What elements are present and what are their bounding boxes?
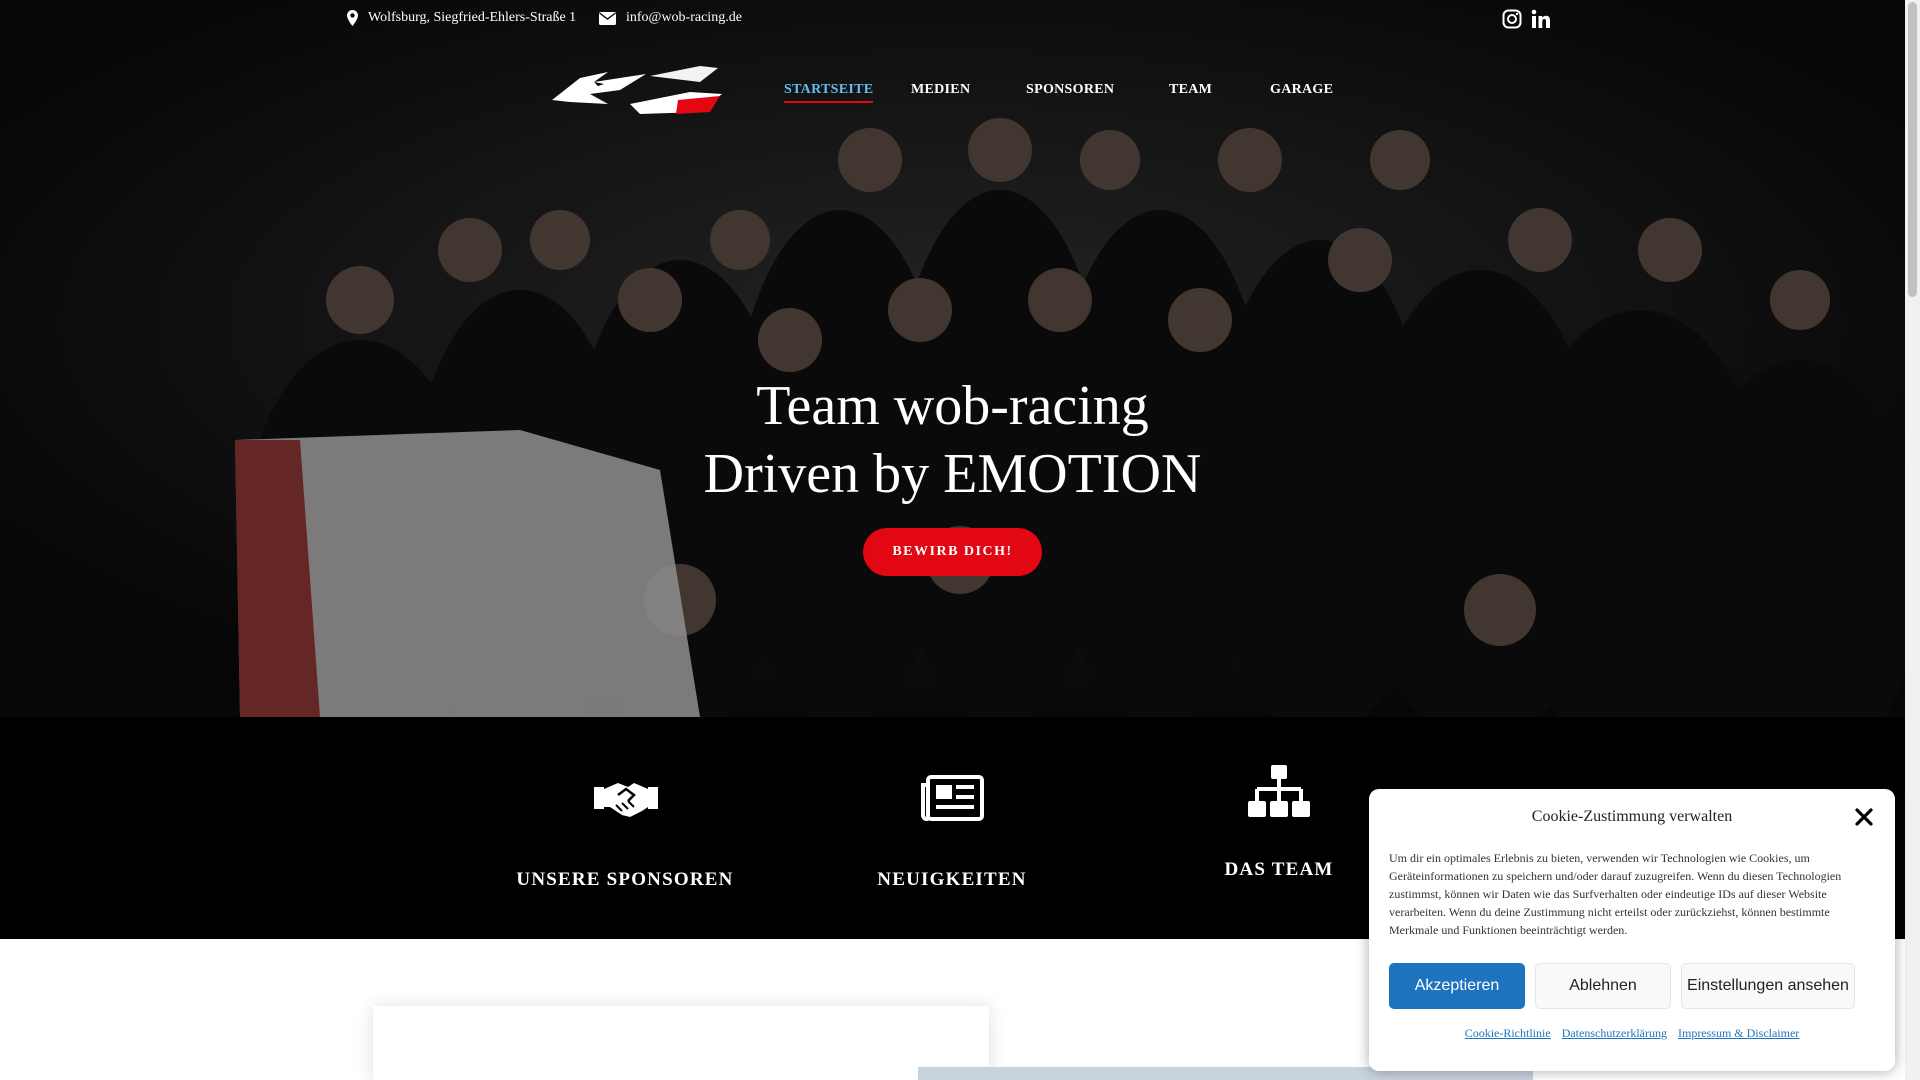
deny-button[interactable]: Ablehnen xyxy=(1535,963,1671,1009)
cookie-links: Cookie-Richtlinie Datenschutzerklärung I… xyxy=(1369,1026,1895,1041)
nav-startseite[interactable]: STARTSEITE xyxy=(784,82,874,103)
feature-news-label: NEUIGKEITEN xyxy=(877,869,1027,890)
hero-title-line1: Team wob-racing xyxy=(756,375,1149,437)
nav-team[interactable]: TEAM xyxy=(1169,82,1212,98)
linkedin-icon[interactable] xyxy=(1531,9,1551,29)
handshake-icon xyxy=(594,783,658,817)
address-item: Wolfsburg, Siegfried-Ehlers-Straße 1 xyxy=(347,10,576,26)
page: Wolfsburg, Siegfried-Ehlers-Straße 1 inf… xyxy=(0,0,1920,1080)
hero-title-line2: Driven by EMOTION xyxy=(703,443,1202,505)
imprint-link[interactable]: Impressum & Disclaimer xyxy=(1678,1026,1799,1040)
nav-garage[interactable]: GARAGE xyxy=(1270,82,1333,98)
feature-sponsors-label: UNSERE SPONSOREN xyxy=(516,869,734,890)
accept-button[interactable]: Akzeptieren xyxy=(1389,963,1525,1009)
feature-sponsors[interactable]: UNSERE SPONSOREN xyxy=(460,717,790,939)
privacy-policy-link[interactable]: Datenschutzerklärung xyxy=(1562,1026,1667,1040)
address-text: Wolfsburg, Siegfried-Ehlers-Straße 1 xyxy=(368,10,577,25)
envelope-icon xyxy=(599,11,616,25)
nav-medien[interactable]: MEDIEN xyxy=(911,82,970,98)
cookie-title: Cookie-Zustimmung verwalten xyxy=(1531,808,1733,825)
cookie-dialog: Cookie-Zustimmung verwalten Um dir ein o… xyxy=(1369,789,1895,1071)
preferences-button[interactable]: Einstellungen ansehen xyxy=(1681,963,1855,1009)
org-chart-icon xyxy=(1248,765,1310,817)
email-item[interactable]: info@wob-racing.de xyxy=(599,10,742,26)
cookie-policy-link[interactable]: Cookie-Richtlinie xyxy=(1465,1026,1551,1040)
cookie-text: Um dir ein optimales Erlebnis zu bieten,… xyxy=(1389,851,1842,937)
newspaper-icon xyxy=(921,775,984,821)
main-nav: STARTSEITE MEDIEN SPONSOREN TEAM GARAGE xyxy=(0,82,1905,106)
close-icon[interactable] xyxy=(1853,806,1875,828)
top-bar: Wolfsburg, Siegfried-Ehlers-Straße 1 inf… xyxy=(0,0,1905,40)
nav-sponsoren[interactable]: SPONSOREN xyxy=(1026,82,1114,98)
scrollbar-thumb[interactable] xyxy=(1908,2,1917,297)
scrollbar[interactable] xyxy=(1905,0,1920,1080)
hero-section: Wolfsburg, Siegfried-Ehlers-Straße 1 inf… xyxy=(0,0,1905,717)
email-link[interactable]: info@wob-racing.de xyxy=(626,10,742,26)
content-card xyxy=(373,1006,989,1080)
feature-news[interactable]: NEUIGKEITEN xyxy=(787,717,1117,939)
map-pin-icon xyxy=(347,10,358,26)
hero-overlay xyxy=(0,0,1905,717)
instagram-icon[interactable] xyxy=(1502,9,1522,29)
apply-button[interactable]: BEWIRB DICH! xyxy=(863,528,1042,576)
